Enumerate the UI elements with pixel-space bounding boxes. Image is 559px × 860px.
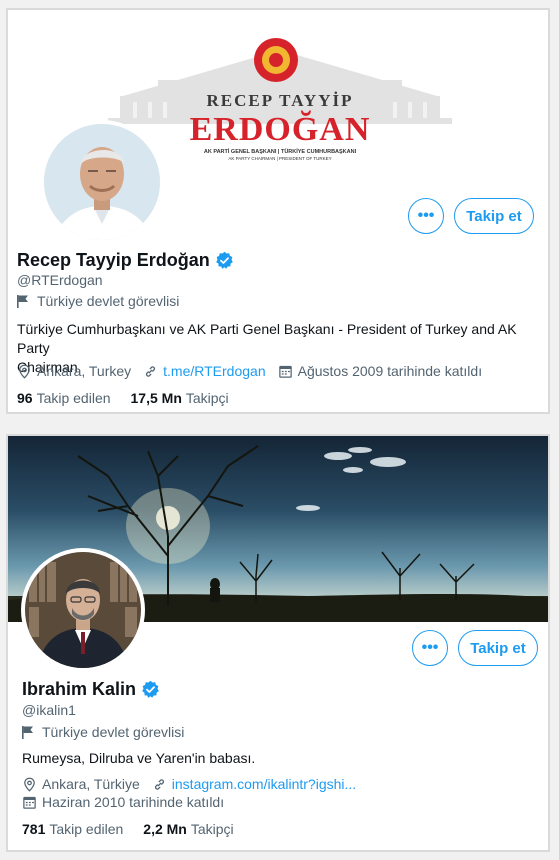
profile-name: Ibrahim Kalin [22,679,160,700]
followers-label: Takipçi [185,390,229,406]
location-pin-icon [19,364,30,379]
profile-category: Türkiye devlet görevlisi [22,724,184,740]
banner-title-line2: AK PARTY CHAIRMAN | PRESIDENT OF TURKEY [228,156,331,161]
category-label: Türkiye devlet görevlisi [37,293,180,309]
profile-stats: 96 Takip edilen 17,5 Mn Takipçi [17,390,229,406]
more-icon: ••• [417,207,435,224]
location-text: Ankara, Turkey [37,363,132,379]
following-label: Takip edilen [49,821,124,837]
profile-avatar[interactable] [40,120,164,244]
website-link[interactable]: instagram.com/ikalintr?igshi... [172,776,356,792]
profile-handle: @RTErdogan [17,272,103,288]
following-link[interactable]: 96 Takip edilen [17,390,111,406]
profile-meta-row1: Ankara, Türkiye instagram.com/ikalintr?i… [22,776,356,792]
banner-title-line1: AK PARTİ GENEL BAŞKANI | TÜRKİYE CUMHURB… [204,148,357,155]
more-options-button[interactable]: ••• [408,198,444,234]
calendar-icon [278,365,292,378]
follow-button[interactable]: Takip et [458,630,538,666]
following-link[interactable]: 781 Takip edilen [22,821,123,837]
verified-badge-icon[interactable] [215,251,234,270]
followers-link[interactable]: 17,5 Mn Takipçi [131,390,229,406]
profile-stats: 781 Takip edilen 2,2 Mn Takipçi [22,821,234,837]
website-link[interactable]: t.me/RTErdogan [163,363,265,379]
category-label: Türkiye devlet görevlisi [42,724,185,740]
followers-count: 17,5 Mn [130,390,182,406]
location-text: Ankara, Türkiye [42,776,140,792]
joined-date: Ağustos 2009 tarihinde katıldı [297,363,483,379]
profile-bio: Rumeysa, Dilruba ve Yaren'in babası. [22,749,532,768]
profile-avatar[interactable] [21,548,145,672]
joined-date: Haziran 2010 tarihinde katıldı [42,794,225,810]
profile-category: Türkiye devlet görevlisi [17,293,179,309]
following-label: Takip edilen [36,390,111,406]
bio-line: Rumeysa, Dilruba ve Yaren'in babası. [22,750,256,766]
profile-meta: Ankara, Turkey t.me/RTErdogan Ağustos 20… [17,363,482,379]
link-icon [154,778,164,790]
link-icon [146,365,156,377]
followers-label: Takipçi [190,821,234,837]
display-name: Ibrahim Kalin [22,679,137,699]
verified-badge-icon[interactable] [141,680,160,699]
following-count: 781 [22,821,46,837]
following-count: 96 [17,390,33,406]
banner-first-name: RECEP TAYYİP [207,91,354,110]
flag-icon [22,725,33,739]
more-icon: ••• [421,639,439,656]
calendar-icon [23,796,36,809]
profile-card-kalin: ••• Takip et Ibrahim Kalin @ikalin1 Türk… [6,434,550,852]
follow-button[interactable]: Takip et [454,198,534,234]
profile-card-erdogan: RECEP TAYYİP ERDOĞAN AK PARTİ GENEL BAŞK… [6,8,550,414]
more-options-button[interactable]: ••• [412,630,448,666]
profile-name: Recep Tayyip Erdoğan [17,250,234,271]
bio-line: Türkiye Cumhurbaşkanı ve AK Parti Genel … [17,321,517,356]
followers-count: 2,2 Mn [143,821,187,837]
profile-handle: @ikalin1 [22,702,76,718]
banner-last-name: ERDOĞAN [190,110,371,148]
display-name: Recep Tayyip Erdoğan [17,250,210,270]
profile-meta-row2: Haziran 2010 tarihinde katıldı [22,794,224,810]
location-pin-icon [24,777,35,792]
flag-icon [17,294,28,308]
followers-link[interactable]: 2,2 Mn Takipçi [143,821,233,837]
